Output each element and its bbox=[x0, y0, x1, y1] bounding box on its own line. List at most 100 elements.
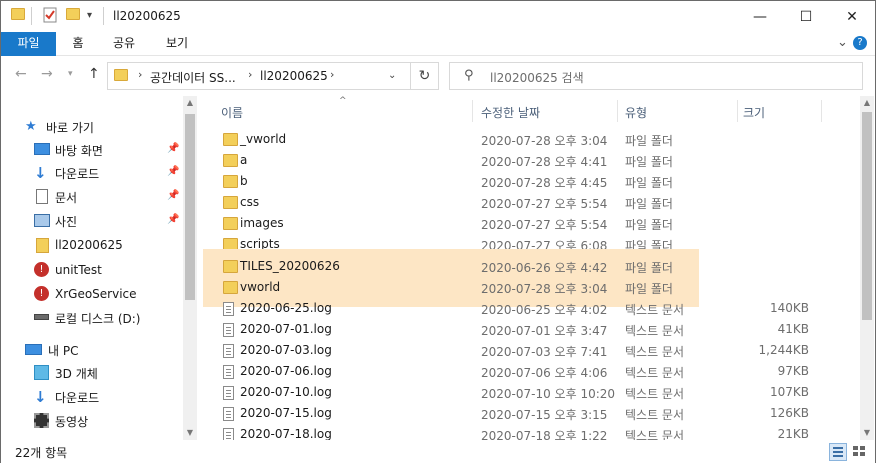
list-item-selected[interactable]: vworld 2020-07-28 오후 3:04 파일 폴더 bbox=[207, 277, 857, 298]
list-item[interactable]: 2020-07-06.log 2020-07-06 오후 4:06 텍스트 문서… bbox=[207, 361, 857, 382]
file-date: 2020-07-28 오후 4:41 bbox=[481, 155, 608, 169]
navigation-bar: ← → ▾ ↑ › 공간데이터 SS... › ll20200625 › ⌄ ↻… bbox=[1, 56, 875, 96]
tab-home[interactable]: 홈 bbox=[61, 32, 95, 56]
search-icon: ⚲ bbox=[464, 68, 474, 83]
nav-item-label: 동영상 bbox=[55, 414, 89, 429]
new-folder-icon[interactable] bbox=[66, 8, 80, 20]
list-item-selected[interactable]: TILES_20200626 2020-06-26 오후 4:42 파일 폴더 bbox=[207, 256, 857, 277]
breadcrumb-separator[interactable]: › bbox=[138, 68, 142, 81]
nav-item-pictures[interactable]: 사진 📌 bbox=[1, 210, 181, 232]
nav-item-documents[interactable]: 문서 📌 bbox=[1, 186, 181, 208]
back-arrow-icon[interactable]: ← bbox=[15, 66, 27, 82]
divider bbox=[103, 7, 104, 25]
list-item[interactable]: 2020-07-10.log 2020-07-10 오후 10:20 텍스트 문… bbox=[207, 382, 857, 403]
file-type: 파일 폴더 bbox=[625, 197, 673, 211]
nav-item-folder[interactable]: ll20200625 bbox=[1, 234, 181, 256]
column-divider[interactable] bbox=[821, 100, 822, 122]
breadcrumb-separator[interactable]: › bbox=[330, 68, 334, 81]
list-item[interactable]: 2020-07-15.log 2020-07-15 오후 3:15 텍스트 문서… bbox=[207, 403, 857, 424]
file-size: 107KB bbox=[769, 385, 809, 399]
list-item[interactable]: b 2020-07-28 오후 4:45 파일 폴더 bbox=[207, 171, 857, 192]
list-item[interactable]: 2020-07-01.log 2020-07-01 오후 3:47 텍스트 문서… bbox=[207, 319, 857, 340]
column-header-name[interactable]: 이름 bbox=[221, 104, 243, 121]
properties-icon[interactable] bbox=[43, 7, 57, 26]
folder-icon bbox=[223, 260, 238, 273]
nav-item-videos[interactable]: 동영상 bbox=[1, 410, 181, 432]
file-type: 파일 폴더 bbox=[625, 155, 673, 169]
recent-locations-icon[interactable]: ▾ bbox=[68, 69, 73, 79]
chevron-down-icon[interactable]: ▾ bbox=[87, 10, 92, 21]
file-date: 2020-07-28 오후 3:04 bbox=[481, 282, 608, 296]
nav-quick-access[interactable]: ★ 바로 가기 bbox=[1, 116, 181, 138]
scroll-up-arrow-icon[interactable]: ▲ bbox=[860, 96, 874, 110]
nav-pane-scrollbar[interactable]: ▲ ▼ bbox=[183, 96, 197, 440]
column-divider[interactable] bbox=[737, 100, 738, 122]
details-view-icon[interactable] bbox=[829, 443, 847, 461]
pin-icon[interactable]: 📌 bbox=[167, 166, 179, 177]
ribbon-expand-icon[interactable]: ⌄ bbox=[837, 35, 848, 50]
file-type: 텍스트 문서 bbox=[625, 345, 685, 359]
address-history-chevron-icon[interactable]: ⌄ bbox=[388, 70, 396, 81]
column-header-type[interactable]: 유형 bbox=[625, 104, 647, 121]
pin-icon[interactable]: 📌 bbox=[167, 143, 179, 154]
nav-item-xrgeoservice[interactable]: ! XrGeoService bbox=[1, 283, 181, 305]
forward-arrow-icon[interactable]: → bbox=[41, 66, 53, 82]
scroll-down-arrow-icon[interactable]: ▼ bbox=[183, 426, 197, 440]
scrollbar-thumb[interactable] bbox=[862, 112, 872, 320]
file-list-scrollbar[interactable]: ▲ ▼ bbox=[860, 96, 874, 440]
column-divider[interactable] bbox=[617, 100, 618, 122]
nav-item-label: 바탕 화면 bbox=[55, 143, 103, 158]
file-type: 텍스트 문서 bbox=[625, 366, 685, 380]
nav-item-desktop[interactable]: 바탕 화면 📌 bbox=[1, 139, 181, 161]
file-name: vworld bbox=[240, 280, 281, 294]
list-item[interactable]: css 2020-07-27 오후 5:54 파일 폴더 bbox=[207, 192, 857, 213]
nav-item-pc-downloads[interactable]: ↓ 다운로드 bbox=[1, 386, 181, 408]
column-divider[interactable] bbox=[472, 100, 473, 122]
up-arrow-icon[interactable]: ↑ bbox=[88, 66, 100, 82]
list-item[interactable]: _vworld 2020-07-28 오후 3:04 파일 폴더 bbox=[207, 129, 857, 150]
status-bar: 22개 항목 bbox=[1, 441, 875, 463]
minimize-button[interactable]: — bbox=[737, 1, 783, 32]
list-item[interactable]: a 2020-07-28 오후 4:41 파일 폴더 bbox=[207, 150, 857, 171]
nav-this-pc[interactable]: 내 PC bbox=[1, 339, 181, 361]
large-icons-view-icon[interactable] bbox=[851, 443, 869, 461]
list-item[interactable]: images 2020-07-27 오후 5:54 파일 폴더 bbox=[207, 213, 857, 234]
nav-item-label: 바로 가기 bbox=[46, 120, 94, 135]
download-icon: ↓ bbox=[34, 388, 47, 406]
nav-item-unittest[interactable]: ! unitTest bbox=[1, 259, 181, 281]
pin-icon[interactable]: 📌 bbox=[167, 190, 179, 201]
breadcrumb-parent[interactable]: 공간데이터 SS... bbox=[150, 69, 236, 86]
item-count: 22개 항목 bbox=[15, 446, 68, 460]
address-bar[interactable]: › 공간데이터 SS... › ll20200625 › ⌄ ↻ bbox=[107, 62, 439, 90]
scroll-down-arrow-icon[interactable]: ▼ bbox=[860, 426, 874, 440]
list-item[interactable]: 2020-07-03.log 2020-07-03 오후 7:41 텍스트 문서… bbox=[207, 340, 857, 361]
tab-file[interactable]: 파일 bbox=[1, 32, 56, 56]
list-item[interactable]: 2020-06-25.log 2020-06-25 오후 4:02 텍스트 문서… bbox=[207, 298, 857, 319]
help-icon[interactable]: ? bbox=[853, 36, 867, 50]
list-item[interactable]: 2020-07-18.log 2020-07-18 오후 1:22 텍스트 문서… bbox=[207, 424, 857, 440]
scroll-up-arrow-icon[interactable]: ▲ bbox=[183, 96, 197, 110]
maximize-button[interactable]: ☐ bbox=[783, 1, 829, 32]
search-input[interactable]: ll20200625 검색 bbox=[490, 69, 584, 86]
video-icon bbox=[34, 413, 49, 428]
nav-item-downloads[interactable]: ↓ 다운로드 📌 bbox=[1, 162, 181, 184]
close-button[interactable]: ✕ bbox=[829, 1, 875, 32]
pin-icon[interactable]: 📌 bbox=[167, 214, 179, 225]
breadcrumb-current[interactable]: ll20200625 bbox=[260, 69, 328, 83]
tab-view[interactable]: 보기 bbox=[157, 32, 197, 56]
nav-item-local-disk[interactable]: 로컬 디스크 (D:) bbox=[1, 307, 181, 329]
refresh-button[interactable]: ↻ bbox=[410, 62, 438, 90]
nav-item-label: XrGeoService bbox=[55, 287, 137, 301]
breadcrumb-separator[interactable]: › bbox=[248, 68, 252, 81]
file-type: 텍스트 문서 bbox=[625, 324, 685, 338]
nav-item-3d-objects[interactable]: 3D 개체 bbox=[1, 362, 181, 384]
text-file-icon bbox=[223, 323, 234, 337]
search-box[interactable]: ⚲ ll20200625 검색 bbox=[449, 62, 863, 90]
file-size: 97KB bbox=[777, 364, 809, 378]
column-header-date[interactable]: 수정한 날짜 bbox=[481, 104, 540, 121]
tab-share[interactable]: 공유 bbox=[105, 32, 143, 56]
scrollbar-thumb[interactable] bbox=[185, 114, 195, 300]
file-size: 1,244KB bbox=[758, 343, 809, 357]
file-type: 파일 폴더 bbox=[625, 261, 673, 275]
column-header-size[interactable]: 크기 bbox=[743, 104, 765, 121]
